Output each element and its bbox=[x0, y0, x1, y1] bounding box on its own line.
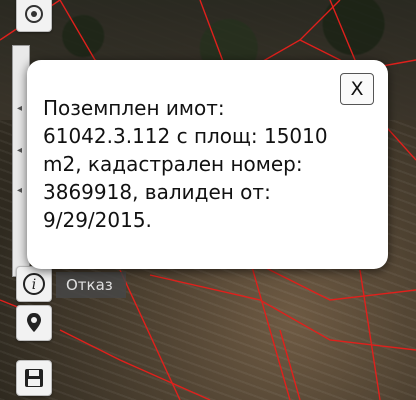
save-icon bbox=[25, 369, 43, 387]
parcel-info-text: Поземплен имот: 61042.3.112 с площ: 1501… bbox=[43, 96, 328, 232]
svg-text:i: i bbox=[32, 277, 36, 293]
location-pin-button[interactable] bbox=[16, 305, 52, 341]
locate-button[interactable] bbox=[16, 0, 52, 32]
info-icon: i bbox=[23, 273, 45, 295]
parcel-info-popup: X Поземплен имот: 61042.3.112 с площ: 15… bbox=[27, 60, 388, 269]
info-button[interactable]: i bbox=[16, 266, 52, 302]
location-pin-icon bbox=[27, 313, 41, 332]
cancel-label[interactable]: Отказ bbox=[56, 272, 126, 298]
locate-target-icon bbox=[25, 5, 43, 23]
save-button[interactable] bbox=[16, 360, 52, 396]
